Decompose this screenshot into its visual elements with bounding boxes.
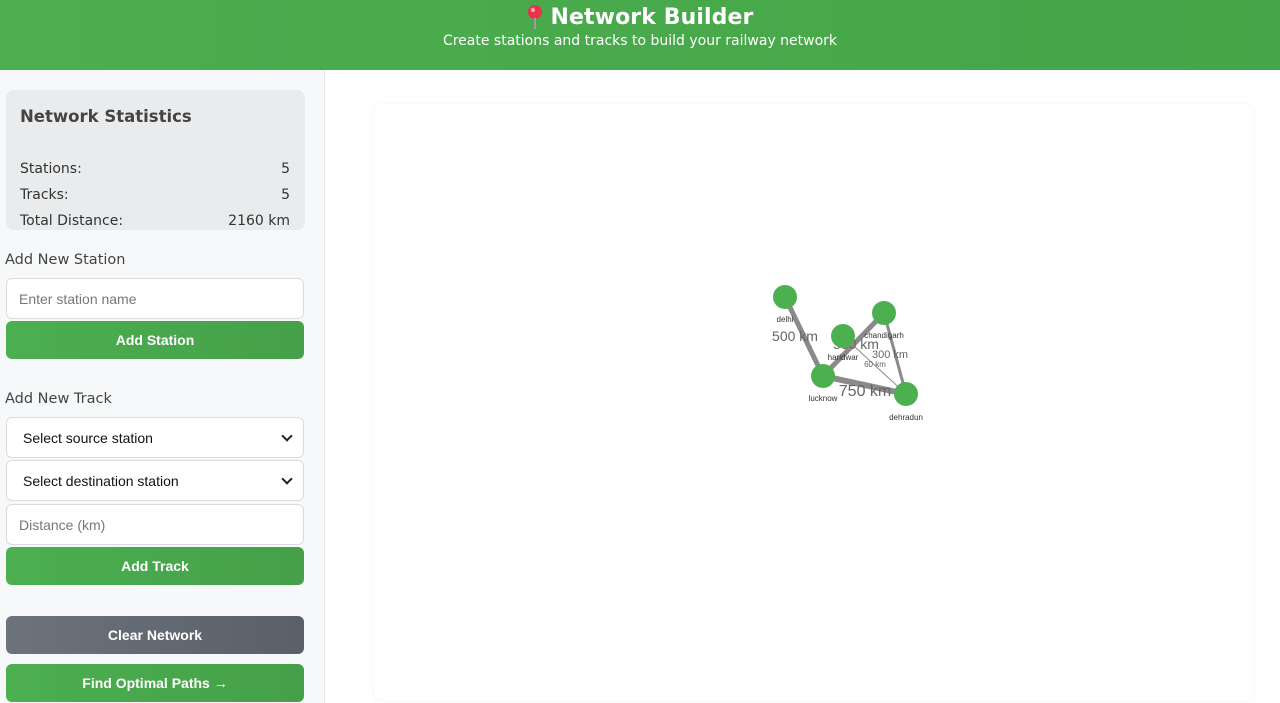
station-node-delhi[interactable] [773, 285, 797, 309]
header-title-row: Network Builder [0, 3, 1280, 31]
station-name-input[interactable]: Enter station name [6, 278, 304, 319]
track-label: 60 km [864, 360, 886, 369]
station-label: lucknow [809, 394, 838, 403]
chevron-down-icon [281, 472, 293, 485]
add-station-button[interactable]: Add Station [6, 321, 304, 359]
stat-row-total-distance: Total Distance: 2160 km [20, 213, 290, 229]
destination-station-select[interactable]: Select destination station [6, 460, 304, 501]
add-track-label: Add New Track [5, 391, 112, 407]
destination-station-value: Select destination station [23, 472, 179, 489]
station-label: haridwar [828, 353, 859, 362]
stat-label: Tracks: [20, 187, 69, 203]
distance-placeholder: Distance (km) [19, 516, 106, 533]
stat-label: Stations: [20, 161, 82, 177]
stat-value: 5 [281, 187, 290, 203]
stat-value: 2160 km [228, 213, 290, 229]
find-optimal-paths-button[interactable]: Find Optimal Paths → [6, 664, 304, 702]
station-node-dehradun[interactable] [894, 382, 918, 406]
track-label: 500 km [772, 328, 818, 344]
station-label: dehradun [889, 413, 923, 422]
source-station-value: Select source station [23, 429, 153, 446]
station-label: chandigarh [864, 331, 904, 340]
clear-network-button[interactable]: Clear Network [6, 616, 304, 654]
station-name-placeholder: Enter station name [19, 290, 137, 307]
stat-row-tracks: Tracks: 5 [20, 187, 290, 203]
stat-label: Total Distance: [20, 213, 124, 229]
distance-input[interactable]: Distance (km) [6, 504, 304, 545]
statistics-heading: Network Statistics [20, 107, 192, 126]
network-statistics-panel: Network Statistics Stations: 5 Tracks: 5… [6, 90, 305, 230]
app-header: Network Builder Create stations and trac… [0, 0, 1280, 70]
map-pin-icon [527, 4, 543, 30]
track-label: 750 km [839, 383, 891, 400]
page-title: Network Builder [550, 4, 754, 30]
stat-value: 5 [281, 161, 290, 177]
stat-row-stations: Stations: 5 [20, 161, 290, 177]
network-canvas[interactable]: 500 km 550 km 300 km 60 km 750 km delhi … [374, 104, 1253, 700]
sidebar: Network Statistics Stations: 5 Tracks: 5… [0, 70, 325, 703]
station-node-chandigarh[interactable] [872, 301, 896, 325]
network-graph[interactable]: 500 km 550 km 300 km 60 km 750 km delhi … [374, 104, 1253, 700]
chevron-down-icon [281, 429, 293, 442]
station-label: delhi [777, 315, 794, 324]
station-node-haridwar[interactable] [831, 324, 855, 348]
station-node-lucknow[interactable] [811, 364, 835, 388]
add-station-label: Add New Station [5, 252, 126, 268]
add-track-button[interactable]: Add Track [6, 547, 304, 585]
source-station-select[interactable]: Select source station [6, 417, 304, 458]
page-subtitle: Create stations and tracks to build your… [442, 33, 838, 49]
